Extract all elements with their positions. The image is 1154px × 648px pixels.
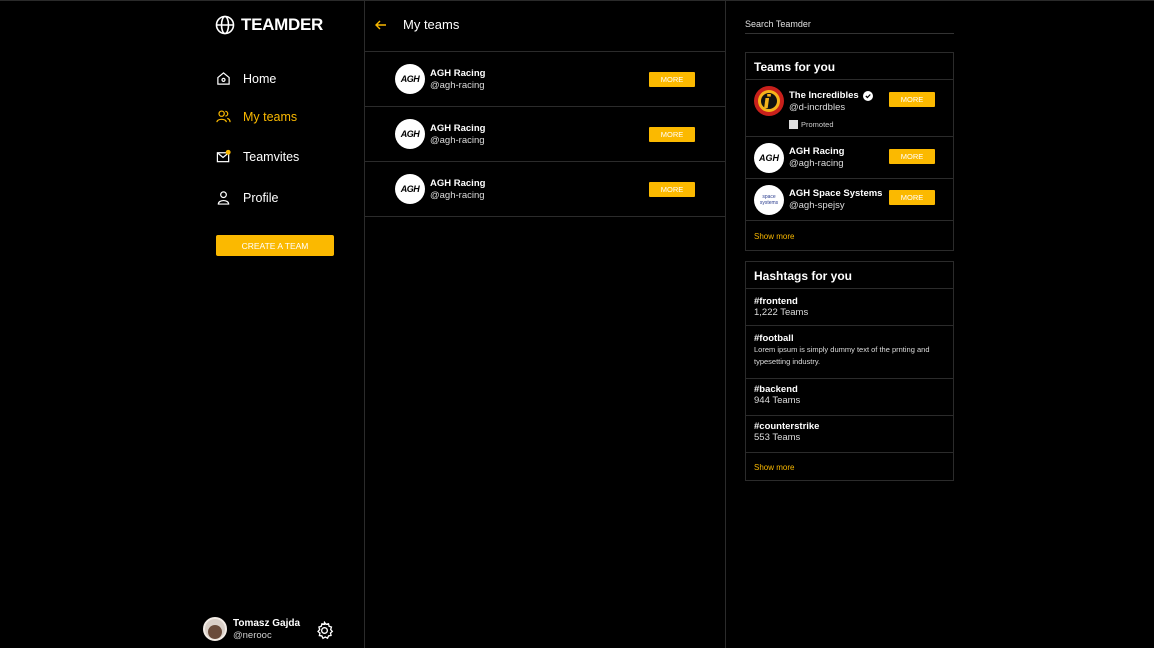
more-button[interactable]: MORE	[889, 92, 935, 107]
hashtag-name: #frontend	[754, 296, 798, 307]
globe-icon	[215, 15, 235, 35]
nav-item-label: My teams	[243, 109, 298, 124]
arrow-left-icon[interactable]	[374, 18, 388, 32]
teams-for-you-card: Teams for you The Incredibles @d-incrdbl…	[745, 52, 954, 251]
user-icon	[217, 191, 230, 205]
show-more-link[interactable]: Show more	[746, 221, 953, 250]
suggested-team[interactable]: AGH AGH Racing @agh-racing MORE	[746, 137, 953, 179]
avatar	[203, 617, 227, 641]
team-name: AGH Racing	[789, 146, 845, 157]
nav-item-label: Teamvites	[243, 149, 300, 164]
team-name: The Incredibles	[789, 90, 873, 101]
suggested-team[interactable]: space systems AGH Space Systems @agh-spe…	[746, 179, 953, 221]
nav-item-my-teams[interactable]: My teams	[216, 109, 297, 124]
suggested-team[interactable]: The Incredibles @d-incrdbles Promoted MO…	[746, 80, 953, 137]
hashtag-item[interactable]: #counterstrike 553 Teams	[746, 416, 953, 453]
team-handle: @d-incrdbles	[789, 102, 846, 113]
nav-item-label: Profile	[243, 190, 279, 205]
nav-item-home[interactable]: Home	[216, 71, 276, 86]
hashtag-item[interactable]: #frontend 1,222 Teams	[746, 289, 953, 326]
hashtag-count: 1,222 Teams	[754, 307, 809, 318]
show-more-link[interactable]: Show more	[746, 453, 953, 480]
team-logo: space systems	[754, 185, 784, 215]
team-handle: @agh-racing	[430, 135, 485, 146]
verified-icon	[862, 90, 873, 101]
app-logo[interactable]: TEAMDER	[215, 15, 323, 35]
team-logo: AGH	[395, 119, 425, 149]
create-team-button[interactable]: CREATE A TEAM	[216, 235, 334, 256]
team-logo: AGH	[395, 174, 425, 204]
hashtag-name: #football	[754, 333, 794, 344]
user-name: Tomasz Gajda	[233, 617, 301, 629]
team-logo: AGH	[395, 64, 425, 94]
user-handle: @nerooc	[233, 629, 272, 641]
team-name: AGH Racing	[430, 68, 486, 79]
team-logo	[754, 86, 784, 116]
hashtag-name: #backend	[754, 384, 798, 395]
sidebar: TEAMDER Home My teams Teamvites Profile …	[200, 0, 365, 648]
card-title: Teams for you	[746, 53, 953, 80]
team-name: AGH Racing	[430, 178, 486, 189]
card-title: Hashtags for you	[746, 262, 953, 289]
team-handle: @agh-racing	[430, 190, 485, 201]
nav-item-teamvites[interactable]: Teamvites	[216, 149, 299, 164]
home-icon	[217, 72, 230, 85]
team-row[interactable]: AGH AGH Racing @agh-racing MORE	[365, 162, 726, 217]
promoted-icon	[789, 120, 798, 129]
team-name: AGH Racing	[430, 123, 486, 134]
gear-icon[interactable]	[315, 621, 334, 640]
team-logo: AGH	[754, 143, 784, 173]
more-button[interactable]: MORE	[889, 190, 935, 205]
more-button[interactable]: MORE	[649, 182, 695, 197]
more-button[interactable]: MORE	[649, 127, 695, 142]
hashtag-name: #counterstrike	[754, 421, 820, 432]
app-name: TEAMDER	[241, 15, 323, 34]
hashtag-count: 553 Teams	[754, 432, 801, 443]
nav-item-profile[interactable]: Profile	[216, 190, 278, 205]
team-row[interactable]: AGH AGH Racing @agh-racing MORE	[365, 52, 726, 107]
hashtag-description: Lorem ipsum is simply dummy text of the …	[754, 345, 930, 366]
page-title: My teams	[403, 17, 460, 32]
user-profile[interactable]: Tomasz Gajda @nerooc	[203, 617, 334, 641]
hashtag-item[interactable]: #backend 944 Teams	[746, 379, 953, 416]
search-input[interactable]: Search Teamder	[745, 16, 954, 34]
team-handle: @agh-racing	[789, 158, 844, 169]
main-panel: My teams AGH AGH Racing @agh-racing MORE…	[365, 0, 726, 648]
main-header: My teams	[365, 0, 726, 52]
more-button[interactable]: MORE	[889, 149, 935, 164]
incredibles-logo-icon	[758, 90, 780, 112]
team-row[interactable]: AGH AGH Racing @agh-racing MORE	[365, 107, 726, 162]
team-handle: @agh-spejsy	[789, 200, 845, 211]
promoted-label: Promoted	[789, 120, 834, 129]
team-handle: @agh-racing	[430, 80, 485, 91]
people-icon	[216, 110, 231, 123]
more-button[interactable]: MORE	[649, 72, 695, 87]
hashtag-count: 944 Teams	[754, 395, 801, 406]
team-name: AGH Space Systems	[789, 188, 883, 199]
hashtags-card: Hashtags for you #frontend 1,222 Teams #…	[745, 261, 954, 481]
nav-item-label: Home	[243, 71, 277, 86]
mail-icon	[216, 149, 231, 163]
hashtag-item[interactable]: #football Lorem ipsum is simply dummy te…	[746, 326, 953, 379]
